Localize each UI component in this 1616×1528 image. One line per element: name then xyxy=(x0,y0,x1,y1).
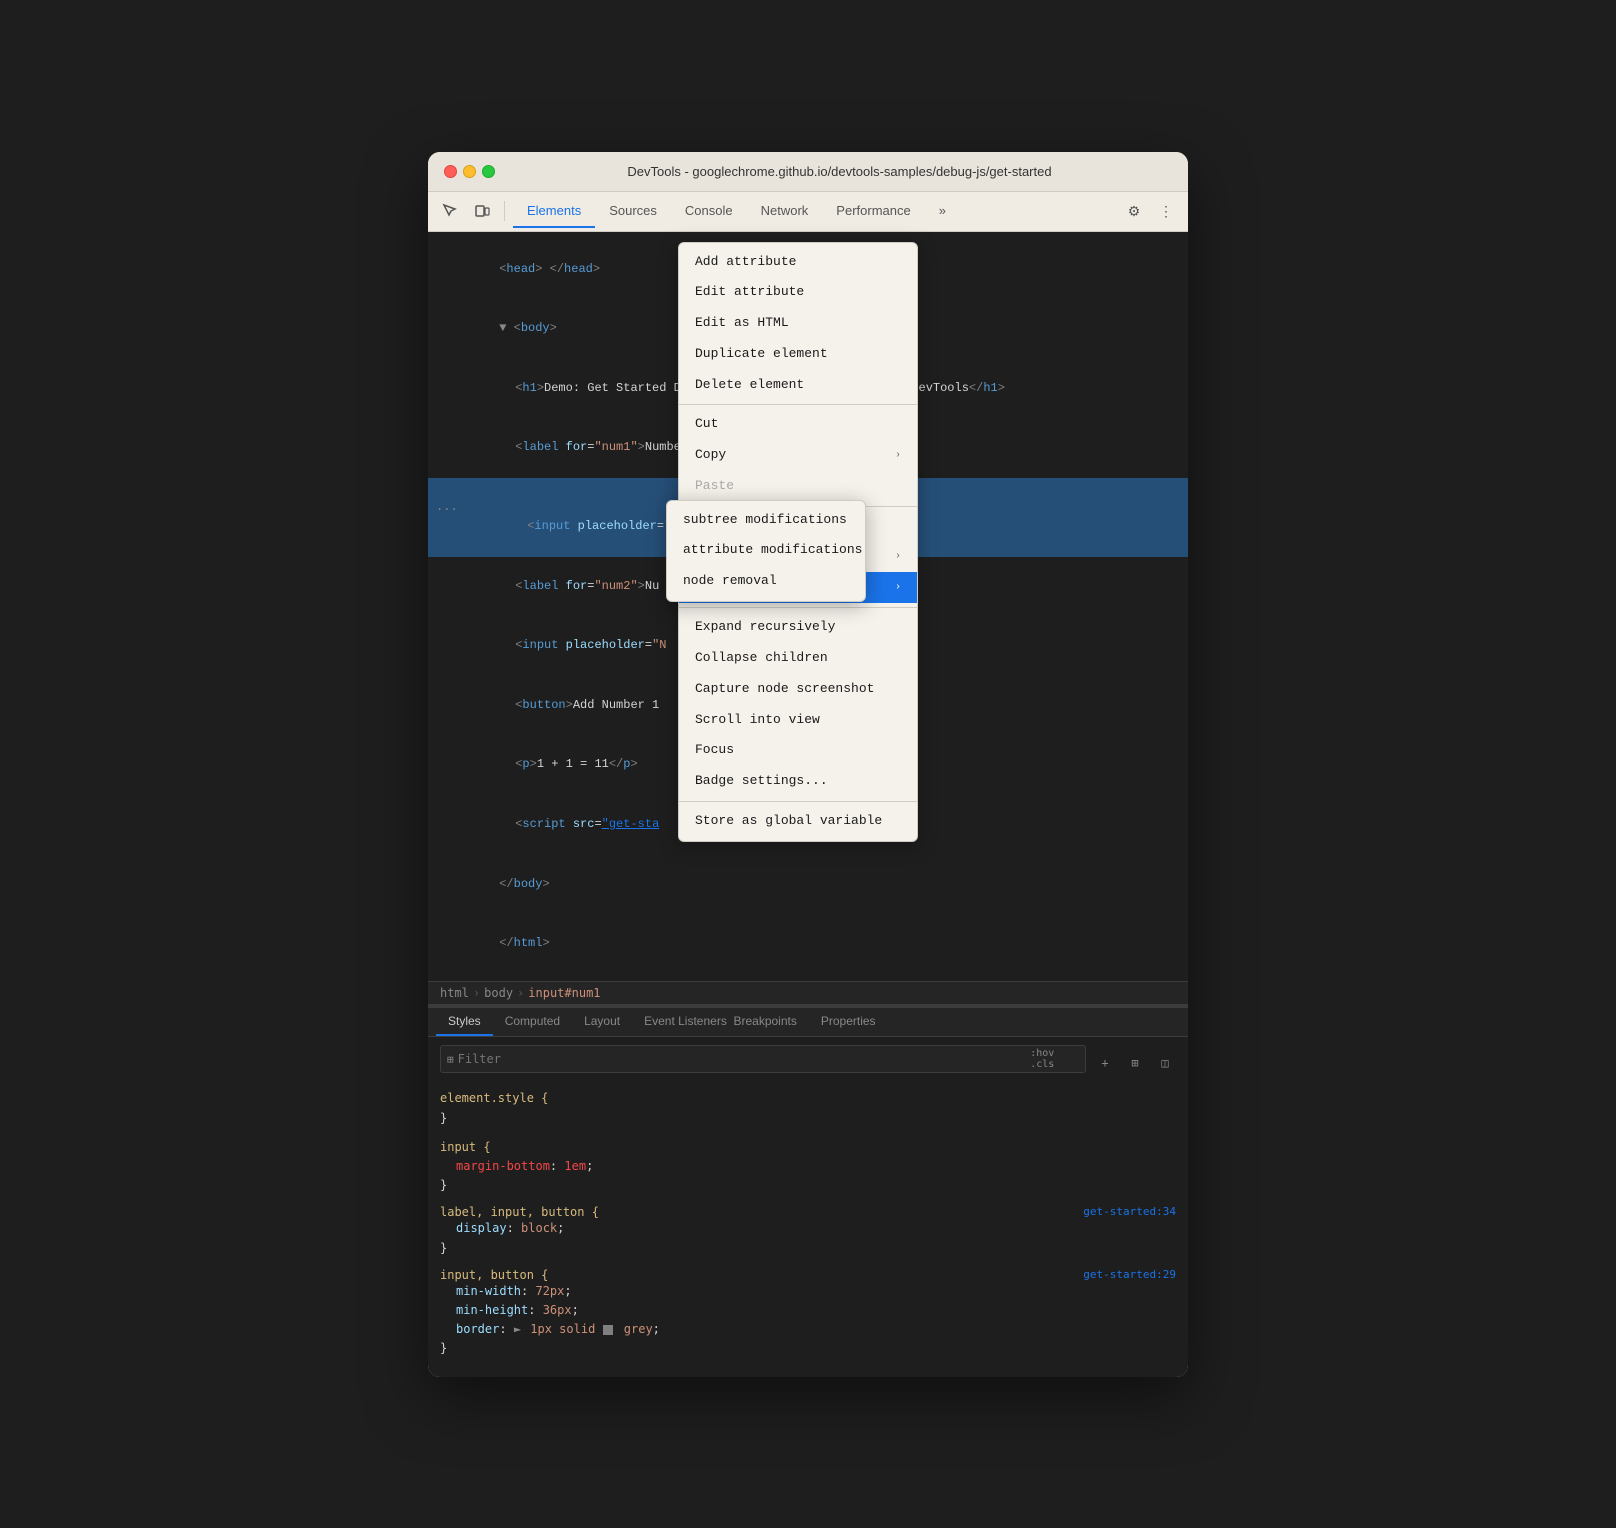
html-line-body-close[interactable]: </body> xyxy=(428,854,1188,914)
panel-tabs: Styles Computed Layout Event Listeners B… xyxy=(428,1008,1188,1037)
menu-scroll-into-view[interactable]: Scroll into view xyxy=(679,705,917,736)
break-on-submenu-arrow: › xyxy=(895,580,901,596)
submenu-attribute[interactable]: attribute modifications xyxy=(667,535,865,566)
window-title: DevTools - googlechrome.github.io/devtoo… xyxy=(507,164,1172,179)
tab-console[interactable]: Console xyxy=(671,195,747,228)
source-link-label-input[interactable]: get-started:34 xyxy=(1083,1205,1176,1219)
settings-icon[interactable]: ⚙ xyxy=(1120,197,1148,225)
menu-cut[interactable]: Cut xyxy=(679,409,917,440)
filter-bar[interactable]: ⊞ :hov .cls xyxy=(440,1045,1086,1073)
inspect-icon[interactable] xyxy=(436,197,464,225)
close-button[interactable] xyxy=(444,165,457,178)
menu-focus[interactable]: Focus xyxy=(679,735,917,766)
toolbar-right: ⚙ ⋮ xyxy=(1120,197,1180,225)
panel-tab-layout[interactable]: Layout xyxy=(572,1008,632,1036)
tab-more[interactable]: » xyxy=(925,195,960,228)
menu-capture-screenshot[interactable]: Capture node screenshot xyxy=(679,674,917,705)
menu-copy[interactable]: Copy › xyxy=(679,440,917,471)
panel-tab-properties[interactable]: Properties xyxy=(809,1008,888,1036)
breadcrumb: html › body › input#num1 xyxy=(428,981,1188,1004)
elements-panel: <head> </head> ▼ <body> <h1>Demo: Get St… xyxy=(428,232,1188,982)
menu-delete-element[interactable]: Delete element xyxy=(679,370,917,401)
copy-submenu-arrow: › xyxy=(895,448,901,464)
submenu-subtree[interactable]: subtree modifications xyxy=(667,505,865,536)
tab-sources[interactable]: Sources xyxy=(595,195,671,228)
html-line-html-close[interactable]: </html> xyxy=(428,914,1188,974)
tab-network[interactable]: Network xyxy=(747,195,823,228)
device-toggle-icon[interactable] xyxy=(468,197,496,225)
source-link-input-button[interactable]: get-started:29 xyxy=(1083,1268,1176,1282)
css-rule-element-style: element.style { } xyxy=(440,1089,1176,1127)
breadcrumb-input[interactable]: input#num1 xyxy=(528,986,600,1000)
kebab-menu-icon[interactable]: ⋮ xyxy=(1152,197,1180,225)
main-tabs: Elements Sources Console Network Perform… xyxy=(513,195,1116,228)
tab-performance[interactable]: Performance xyxy=(822,195,924,228)
breadcrumb-html[interactable]: html xyxy=(440,986,469,1000)
copy-styles-btn[interactable]: ⊞ xyxy=(1124,1052,1146,1074)
toolbar-separator-1 xyxy=(504,201,505,221)
panel-tab-breakpoints[interactable]: Event Listeners Breakpoints xyxy=(632,1008,809,1036)
menu-store-global[interactable]: Store as global variable xyxy=(679,806,917,837)
bottom-panel: Styles Computed Layout Event Listeners B… xyxy=(428,1004,1188,1376)
css-rule-input-button: input, button { get-started:29 min-width… xyxy=(440,1268,1176,1359)
toggle-sidebar-btn[interactable]: ◫ xyxy=(1154,1052,1176,1074)
menu-add-attribute[interactable]: Add attribute xyxy=(679,247,917,278)
maximize-button[interactable] xyxy=(482,165,495,178)
menu-duplicate-element[interactable]: Duplicate element xyxy=(679,339,917,370)
panel-tab-computed[interactable]: Computed xyxy=(493,1008,572,1036)
submenu-node-removal[interactable]: node removal xyxy=(667,566,865,597)
devtools-window: DevTools - googlechrome.github.io/devtoo… xyxy=(428,152,1188,1377)
menu-expand-recursively[interactable]: Expand recursively xyxy=(679,612,917,643)
panel-tab-styles[interactable]: Styles xyxy=(436,1008,493,1036)
styles-area: ⊞ :hov .cls + ⊞ ◫ element.style { } inpu… xyxy=(428,1037,1188,1376)
break-on-submenu: subtree modifications attribute modifica… xyxy=(666,500,866,602)
tab-elements[interactable]: Elements xyxy=(513,195,595,228)
menu-separator-4 xyxy=(679,801,917,802)
force-state-submenu-arrow: › xyxy=(895,549,901,565)
add-style-rule-btn[interactable]: + xyxy=(1094,1052,1116,1074)
minimize-button[interactable] xyxy=(463,165,476,178)
menu-collapse-children[interactable]: Collapse children xyxy=(679,643,917,674)
traffic-lights xyxy=(444,165,495,178)
menu-edit-attribute[interactable]: Edit attribute xyxy=(679,277,917,308)
filter-input[interactable] xyxy=(458,1052,1027,1066)
css-rule-input: input { margin-bottom: 1em; } xyxy=(440,1138,1176,1196)
menu-separator-3 xyxy=(679,607,917,608)
menu-edit-html[interactable]: Edit as HTML xyxy=(679,308,917,339)
menu-separator-1 xyxy=(679,404,917,405)
toolbar: Elements Sources Console Network Perform… xyxy=(428,192,1188,232)
breadcrumb-body[interactable]: body xyxy=(484,986,513,1000)
menu-paste: Paste xyxy=(679,471,917,502)
menu-badge-settings[interactable]: Badge settings... xyxy=(679,766,917,797)
css-rule-label-input-button: label, input, button { get-started:34 di… xyxy=(440,1205,1176,1257)
color-swatch-grey[interactable] xyxy=(603,1325,613,1335)
titlebar: DevTools - googlechrome.github.io/devtoo… xyxy=(428,152,1188,192)
